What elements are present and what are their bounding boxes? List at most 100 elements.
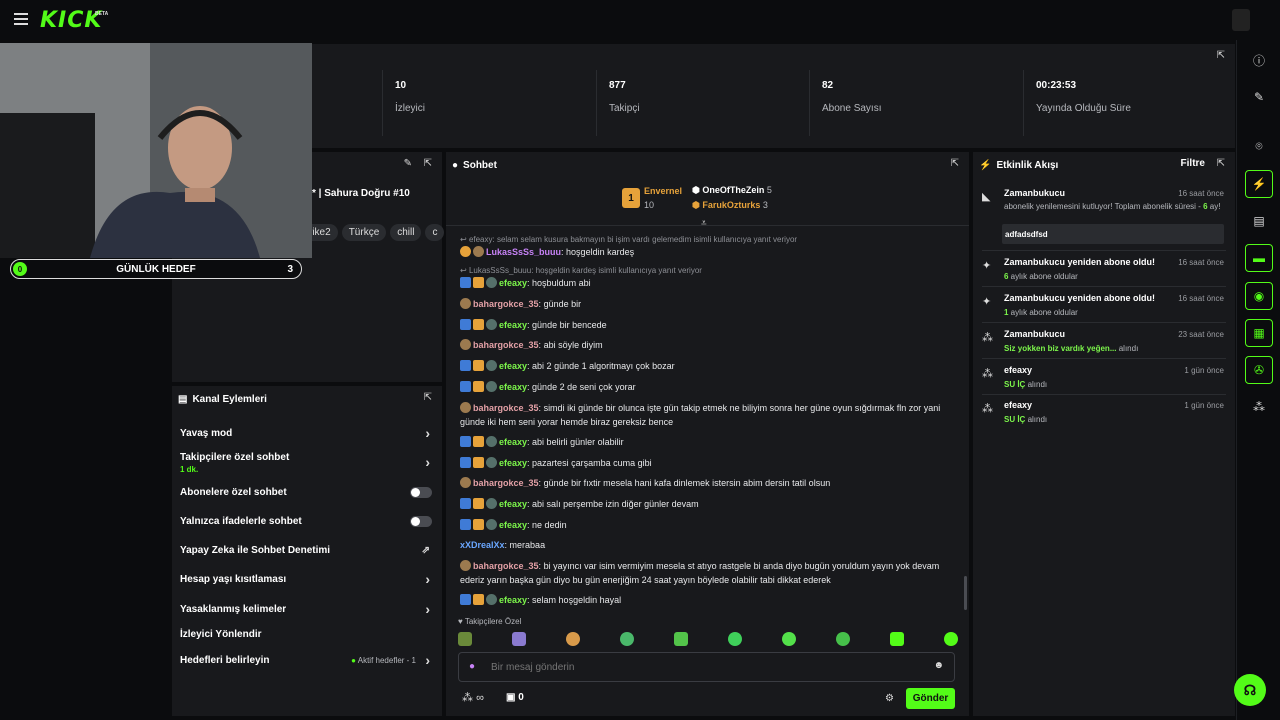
emote-icon[interactable] bbox=[512, 632, 526, 646]
chat-message[interactable]: xXDrealXx: merabaa bbox=[460, 538, 960, 552]
chat-username[interactable]: efeaxy bbox=[499, 278, 527, 288]
send-button[interactable]: Gönder bbox=[906, 688, 955, 709]
event-sub: Siz yokken biz vardık yeğen... alındı bbox=[1004, 344, 1138, 353]
collapse-icon[interactable]: ⩡ bbox=[701, 218, 707, 229]
expand-icon[interactable]: ⇱ bbox=[424, 158, 432, 169]
leaderboard-entry[interactable]: ⬢ OneOfTheZein 5 bbox=[692, 185, 772, 196]
emote-icon[interactable] bbox=[836, 632, 850, 646]
gift-counter[interactable]: ▣ 0 bbox=[506, 692, 524, 703]
help-button[interactable]: ☊ bbox=[1234, 674, 1266, 706]
pencil-icon[interactable]: ✎ bbox=[1245, 83, 1273, 111]
activity-event[interactable]: ◣ Zamanbukucu 16 saat önce abonelik yeni… bbox=[982, 188, 1226, 251]
action-emotes-only[interactable]: Yalnızca ifadelerle sohbet bbox=[180, 516, 432, 527]
chat-username[interactable]: efeaxy bbox=[499, 520, 527, 530]
chat-username[interactable]: bahargokce_35 bbox=[473, 561, 539, 571]
expand-icon[interactable]: ⇱ bbox=[1217, 158, 1225, 169]
chat-message[interactable]: bahargokce_35: simdi iki günde bir olunc… bbox=[460, 401, 960, 429]
action-subscribers-only[interactable]: Abonelere özel sohbet bbox=[180, 487, 432, 498]
chat-message[interactable]: efeaxy: günde 2 de seni çok yorar bbox=[460, 380, 960, 394]
chat-message[interactable]: bahargokce_35: abi söyle diyim bbox=[460, 338, 960, 352]
activity-event[interactable]: ✦ Zamanbukucu yeniden abone oldu! 16 saa… bbox=[982, 293, 1226, 323]
chat-message[interactable]: bahargokce_35: bi yayıncı var isim vermi… bbox=[460, 559, 960, 587]
tag[interactable]: chill bbox=[390, 224, 422, 241]
rank-badge: 1 bbox=[622, 188, 640, 208]
wrench-icon[interactable]: ✇ bbox=[1245, 356, 1273, 384]
points-display[interactable]: ⁂ ∞ bbox=[462, 691, 484, 704]
chat-message[interactable]: efeaxy: abi 2 günde 1 algoritmayı çok bo… bbox=[460, 359, 960, 373]
chat-message[interactable]: efeaxy: abi belirli günler olabilir bbox=[460, 435, 960, 449]
edit-icon[interactable]: ✎ bbox=[404, 158, 412, 169]
action-slow-mode[interactable]: Yavaş mod › bbox=[180, 425, 432, 441]
leader-name[interactable]: Envernel bbox=[644, 186, 682, 196]
emote-icon[interactable] bbox=[944, 632, 958, 646]
chat-message[interactable]: bahargokce_35: günde bir fıxtir mesela h… bbox=[460, 476, 960, 490]
chat-username[interactable]: efeaxy bbox=[499, 595, 527, 605]
filter-button[interactable]: Filtre bbox=[1181, 158, 1205, 169]
chat-input[interactable] bbox=[491, 659, 911, 675]
chat-username[interactable]: efeaxy bbox=[499, 458, 527, 468]
chat-message[interactable]: efeaxy: ne dedin bbox=[460, 518, 960, 532]
action-set-goals[interactable]: Hedefleri belirleyin ● Aktif hedefler - … bbox=[180, 652, 432, 668]
emote-icon[interactable] bbox=[890, 632, 904, 646]
chat-message[interactable]: bahargokce_35: günde bir bbox=[460, 297, 960, 311]
chat-bubble-icon: ● bbox=[452, 159, 459, 171]
action-ai-moderation[interactable]: Yapay Zeka ile Sohbet Denetimi ⇗ bbox=[180, 545, 432, 556]
menu-icon[interactable] bbox=[14, 13, 28, 25]
action-banned-words[interactable]: Yasaklanmış kelimeler › bbox=[180, 601, 432, 617]
chat-message[interactable]: efeaxy: günde bir bencede bbox=[460, 318, 960, 332]
chat-message[interactable]: LukasSsSs_buuu: hoşgeldin kardeş bbox=[460, 245, 960, 259]
tag[interactable]: c bbox=[425, 224, 445, 241]
emote-icon[interactable] bbox=[620, 632, 634, 646]
emotes-only-toggle[interactable] bbox=[410, 516, 432, 527]
subscribers-only-toggle[interactable] bbox=[410, 487, 432, 498]
chat-message[interactable]: efeaxy: pazartesi çarşamba cuma gibi bbox=[460, 456, 960, 470]
chat-message[interactable]: efeaxy: selam hoşgeldin hayal bbox=[460, 593, 960, 607]
chat-username[interactable]: efeaxy bbox=[499, 361, 527, 371]
emote-icon[interactable] bbox=[782, 632, 796, 646]
activity-event[interactable]: ⁂ efeaxy 1 gün önce SU İÇ alındı bbox=[982, 365, 1226, 395]
chat-message[interactable]: efeaxy: abi salı perşembe izin diğer gün… bbox=[460, 497, 960, 511]
activity-event[interactable]: ✦ Zamanbukucu yeniden abone oldu! 16 saa… bbox=[982, 257, 1226, 287]
action-raid[interactable]: İzleyici Yönlendir bbox=[180, 629, 432, 640]
action-account-age[interactable]: Hesap yaşı kısıtlaması › bbox=[180, 571, 432, 587]
expand-icon[interactable]: ⇱ bbox=[424, 392, 432, 403]
chat-username[interactable]: efeaxy bbox=[499, 320, 527, 330]
action-followers-only[interactable]: Takipçilere özel sohbet 1 dk. › bbox=[180, 452, 432, 474]
emote-icon[interactable] bbox=[674, 632, 688, 646]
info-icon[interactable]: ⓘ bbox=[1245, 46, 1273, 74]
chat-username[interactable]: bahargokce_35 bbox=[473, 478, 539, 488]
lightning-icon[interactable]: ⚡ bbox=[1245, 170, 1273, 198]
crown-badge-icon bbox=[473, 436, 484, 447]
emote-icon[interactable] bbox=[566, 632, 580, 646]
emote-icon[interactable] bbox=[458, 632, 472, 646]
microphone-icon[interactable]: ● bbox=[469, 661, 475, 672]
camera-icon[interactable]: ⌾ bbox=[1245, 132, 1273, 160]
chat-username[interactable]: efeaxy bbox=[499, 437, 527, 447]
channel-points-icon[interactable]: ⁂ bbox=[1245, 393, 1273, 421]
expand-icon[interactable]: ⇱ bbox=[951, 158, 959, 169]
emote-icon[interactable] bbox=[728, 632, 742, 646]
chat-username[interactable]: LukasSsSs_buuu bbox=[486, 247, 561, 257]
settings-gear-icon[interactable]: ⚙ bbox=[885, 693, 894, 704]
kick-logo[interactable]: KICK bbox=[40, 8, 102, 33]
document-icon[interactable]: ▤ bbox=[1245, 207, 1273, 235]
chat-username[interactable]: xXDrealXx bbox=[460, 540, 505, 550]
tag[interactable]: Türkçe bbox=[341, 224, 387, 241]
chat-username[interactable]: bahargokce_35 bbox=[473, 340, 539, 350]
chat-icon[interactable]: ▬ bbox=[1245, 244, 1273, 272]
chat-message[interactable]: efeaxy: hoşbuldum abi bbox=[460, 276, 960, 290]
avatar[interactable] bbox=[1232, 9, 1250, 31]
leaderboard-entry[interactable]: ⬢ FarukOzturks 3 bbox=[692, 200, 768, 211]
activity-event[interactable]: ⁂ Zamanbukucu 23 saat önce Siz yokken bi… bbox=[982, 329, 1226, 359]
emoji-icon[interactable]: ☻ bbox=[933, 660, 944, 671]
chat-username[interactable]: bahargokce_35 bbox=[473, 299, 539, 309]
activity-event[interactable]: ⁂ efeaxy 1 gün önce SU İÇ alındı bbox=[982, 400, 1226, 430]
broadcast-icon[interactable]: ◉ bbox=[1245, 282, 1273, 310]
channel-points-icon: ⁂ bbox=[982, 403, 993, 415]
chat-username[interactable]: bahargokce_35 bbox=[473, 403, 539, 413]
chat-scrollbar[interactable] bbox=[964, 576, 967, 610]
expand-icon[interactable]: ⇱ bbox=[1217, 50, 1225, 61]
store-icon[interactable]: ▦ bbox=[1245, 319, 1273, 347]
chat-username[interactable]: efeaxy bbox=[499, 499, 527, 509]
chat-username[interactable]: efeaxy bbox=[499, 382, 527, 392]
